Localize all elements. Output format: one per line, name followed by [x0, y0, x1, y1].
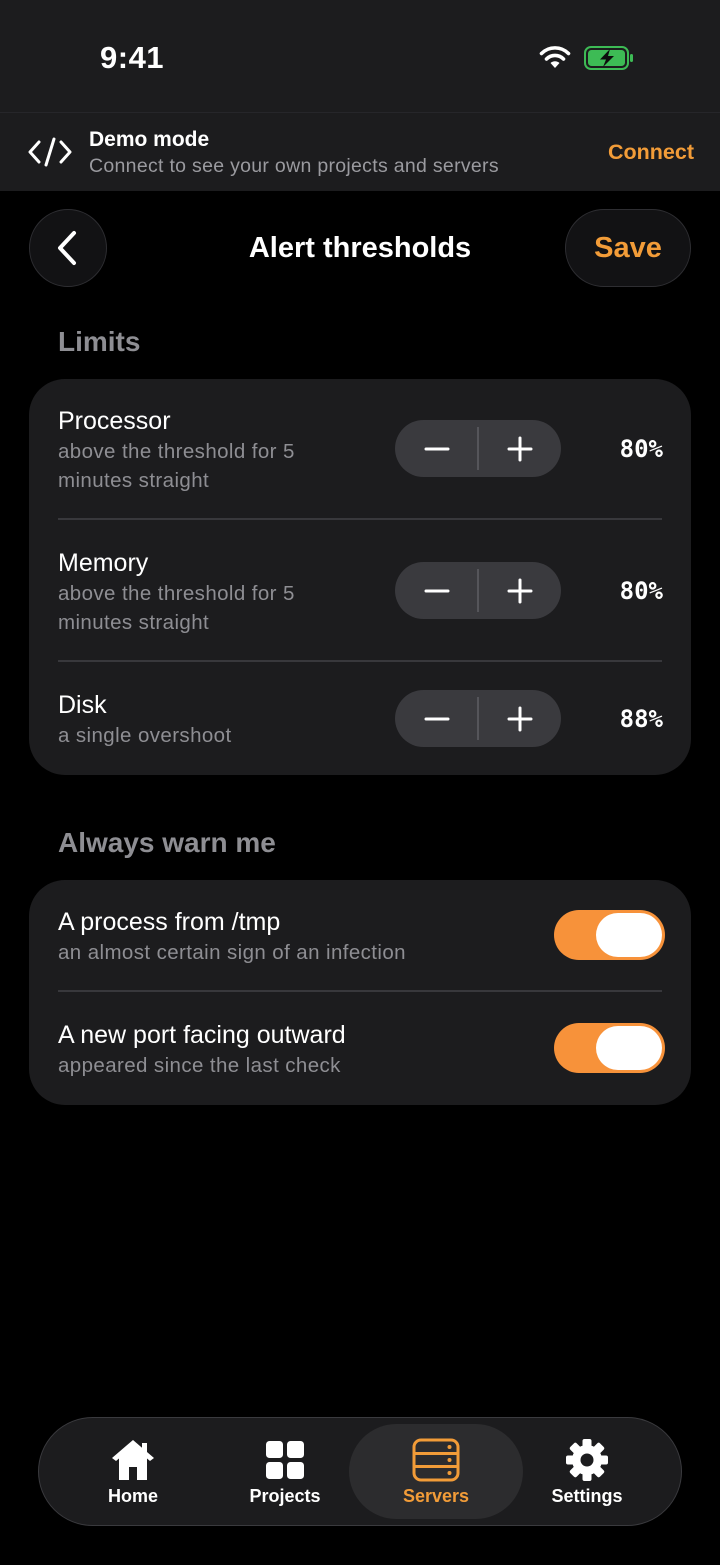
warning-row-tmp-process: A process from /tmp an almost certain si… [29, 880, 691, 991]
warning-description: appeared since the last check [58, 1054, 341, 1077]
house-icon [112, 1440, 154, 1480]
tab-label: Servers [402, 1486, 470, 1506]
tab-label: Projects [249, 1486, 321, 1506]
wifi-icon [539, 46, 571, 68]
divider [58, 990, 662, 992]
limit-description-line: minutes straight [58, 469, 210, 492]
decrease-button[interactable] [395, 562, 478, 619]
limits-card: Processor above the threshold for 5 minu… [29, 379, 691, 775]
tab-home[interactable]: Home [83, 1418, 183, 1524]
demo-banner: Demo mode Connect to see your own projec… [0, 112, 720, 191]
limit-label: Memory [58, 549, 149, 577]
limit-row-processor: Processor above the threshold for 5 minu… [29, 379, 691, 519]
divider [58, 660, 662, 662]
limit-description-line: minutes straight [58, 611, 210, 634]
divider [58, 518, 662, 520]
status-bar: 9:41 [0, 0, 720, 112]
tab-bar: Home Projects Servers Settings [38, 1417, 682, 1526]
limit-description: above the threshold for 5 minutes straig… [58, 579, 295, 637]
toggle-knob [596, 1026, 662, 1070]
toggle-knob [596, 913, 662, 957]
disk-stepper [395, 690, 561, 747]
tab-servers[interactable]: Servers [349, 1424, 523, 1519]
memory-stepper [395, 562, 561, 619]
grid-icon [266, 1441, 304, 1479]
app-screen: 9:41 Demo mode Connect to see your own p… [0, 0, 720, 1565]
tab-label: Settings [551, 1486, 623, 1506]
limit-row-disk: Disk a single overshoot 88% [29, 663, 691, 775]
processor-value: 80% [619, 435, 663, 463]
limit-description-line: a single overshoot [58, 724, 232, 747]
code-icon [28, 137, 72, 167]
demo-mode-title: Demo mode [89, 128, 210, 151]
limit-description-line: above the threshold for 5 [58, 582, 295, 605]
increase-button[interactable] [478, 562, 561, 619]
minus-icon [424, 589, 449, 592]
minus-icon [424, 447, 449, 450]
decrease-button[interactable] [395, 690, 478, 747]
battery-charging-icon [584, 46, 633, 70]
warning-description: an almost certain sign of an infection [58, 941, 406, 964]
warnings-heading: Always warn me [58, 827, 276, 858]
warning-label: A new port facing outward [58, 1021, 346, 1049]
increase-button[interactable] [478, 420, 561, 477]
save-button[interactable]: Save [565, 209, 691, 287]
plus-icon [507, 436, 532, 461]
connect-link[interactable]: Connect [608, 140, 694, 165]
limits-heading: Limits [58, 326, 141, 357]
warnings-card: A process from /tmp an almost certain si… [29, 880, 691, 1105]
tab-projects[interactable]: Projects [235, 1418, 335, 1524]
status-time: 9:41 [100, 40, 165, 75]
limit-row-memory: Memory above the threshold for 5 minutes… [29, 521, 691, 661]
tmp-process-toggle[interactable] [554, 910, 665, 960]
decrease-button[interactable] [395, 420, 478, 477]
increase-button[interactable] [478, 690, 561, 747]
processor-stepper [395, 420, 561, 477]
new-port-toggle[interactable] [554, 1023, 665, 1073]
server-icon [412, 1438, 460, 1482]
limit-description: a single overshoot [58, 721, 232, 750]
limit-label: Processor [58, 407, 171, 435]
memory-value: 80% [619, 577, 663, 605]
plus-icon [507, 706, 532, 731]
warning-label: A process from /tmp [58, 908, 281, 936]
demo-mode-subtitle: Connect to see your own projects and ser… [89, 155, 499, 177]
tab-settings[interactable]: Settings [536, 1418, 638, 1524]
plus-icon [507, 578, 532, 603]
gear-icon [566, 1439, 608, 1481]
warning-row-new-port: A new port facing outward appeared since… [29, 993, 691, 1105]
minus-icon [424, 717, 449, 720]
limit-label: Disk [58, 691, 107, 719]
limit-description: above the threshold for 5 minutes straig… [58, 437, 295, 495]
disk-value: 88% [619, 705, 663, 733]
limit-description-line: above the threshold for 5 [58, 440, 295, 463]
tab-label: Home [107, 1486, 158, 1506]
